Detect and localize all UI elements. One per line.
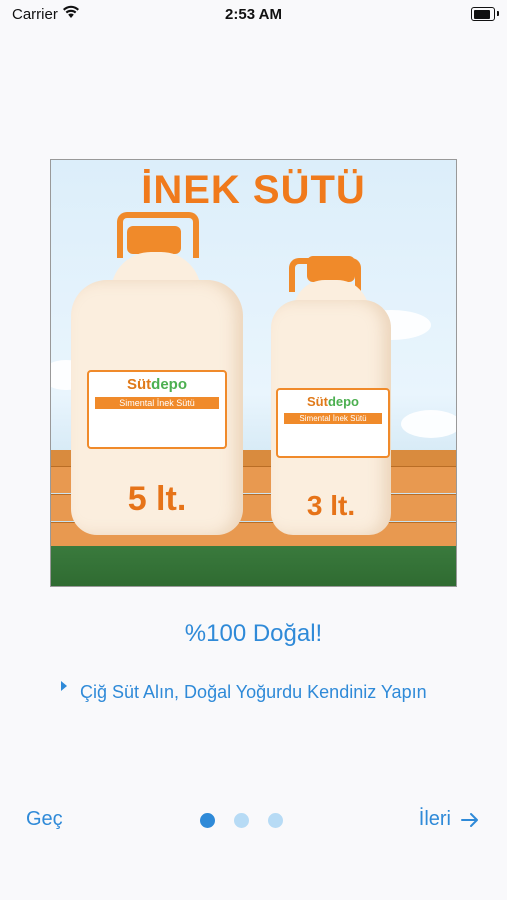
bullet-triangle-icon: [61, 681, 67, 691]
next-label: İleri: [418, 808, 451, 830]
next-button[interactable]: İleri: [419, 808, 479, 831]
page-indicator[interactable]: [200, 813, 283, 828]
bottle-5l: Sütdepo Simental İnek Sütü 5 lt.: [71, 280, 243, 535]
page-dot[interactable]: [200, 813, 215, 828]
page-dot[interactable]: [234, 813, 249, 828]
arrow-right-icon: [461, 812, 478, 827]
clock: 2:53 AM: [225, 6, 282, 23]
battery-icon: [471, 7, 499, 21]
onboarding-description: Çiğ Süt Alın, Doğal Yoğurdu Kendiniz Yap…: [80, 682, 427, 702]
status-bar: Carrier 2:53 AM: [0, 0, 507, 30]
bottle-3l: Sütdepo Simental İnek Sütü 3 lt.: [271, 300, 391, 535]
onboarding-title: %100 Doğal!: [184, 620, 323, 647]
skip-button[interactable]: Geç: [26, 808, 63, 831]
bottle-label: Sütdepo Simental İnek Sütü: [87, 370, 227, 449]
volume-label: 5 lt.: [127, 480, 187, 518]
page-dot[interactable]: [268, 813, 283, 828]
product-headline: İNEK SÜTÜ: [141, 168, 366, 212]
product-image: İNEK SÜTÜ Sütdepo Simental İnek Sütü 5 l…: [50, 159, 457, 587]
bottle-label: Sütdepo Simental İnek Sütü: [276, 388, 390, 458]
volume-label: 3 lt.: [306, 490, 356, 521]
